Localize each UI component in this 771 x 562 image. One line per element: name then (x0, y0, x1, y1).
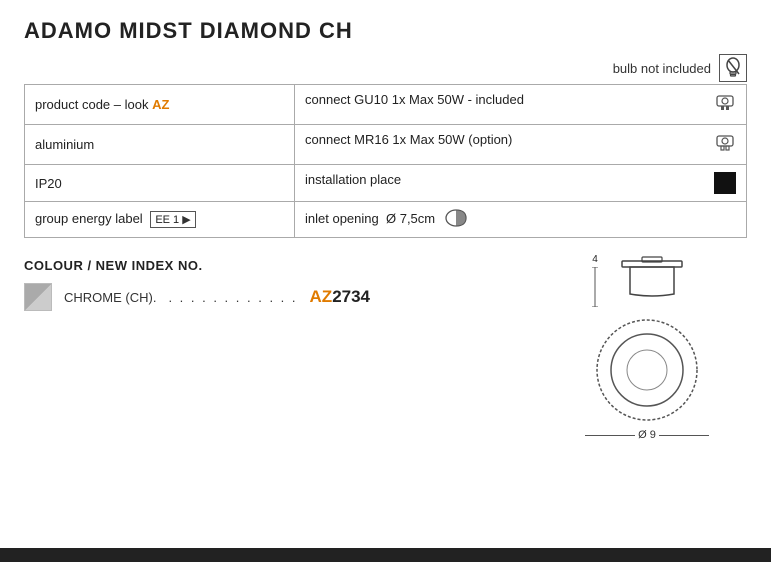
half-circle-icon (445, 209, 475, 227)
bottom-dim-line: Ø 9 (585, 429, 709, 441)
cell-ip20-left: IP20 (25, 165, 295, 202)
colour-diagram-row: COLOUR / NEW INDEX NO. CHROME (CH). . . … (24, 254, 747, 441)
side-dim-label: 4 (592, 254, 598, 307)
no-bulb-icon (723, 57, 743, 79)
bottom-bar (0, 548, 771, 562)
install-place-text: installation place (305, 172, 401, 187)
inlet-shape-icon (445, 209, 475, 230)
cell-aluminium-right: connect MR16 1x Max 50W (option) (295, 125, 747, 165)
bulb-icon-box (719, 54, 747, 82)
mr16-socket-icon (714, 132, 736, 154)
table-row-ip20: IP20 installation place (25, 165, 747, 202)
energy-label-badge: EE 1 ▶ (150, 211, 195, 228)
table-row-aluminium: aluminium connect MR16 1x Max 50W (optio… (25, 125, 747, 165)
gu10-icon (714, 92, 736, 117)
colour-section: COLOUR / NEW INDEX NO. CHROME (CH). . . … (24, 258, 547, 317)
cell-energy-left: group energy label EE 1 ▶ (25, 202, 295, 238)
page-wrapper: ADAMO MIDST DIAMOND CH bulb not included… (0, 0, 771, 562)
colour-dots: . . . . . . . . . . . . (168, 290, 297, 305)
colour-header: COLOUR / NEW INDEX NO. (24, 258, 547, 273)
bulb-note-text: bulb not included (613, 61, 711, 76)
code-az-label: AZ (152, 97, 169, 112)
inlet-prefix: inlet opening (305, 211, 379, 226)
colour-code-prefix: AZ (310, 287, 333, 306)
cell-aluminium-left: aluminium (25, 125, 295, 165)
gu10-text: connect GU10 1x Max 50W - included (305, 92, 524, 107)
cell-code-left: product code – look AZ (25, 85, 295, 125)
side-dim-arrow (592, 267, 598, 307)
specs-table: product code – look AZ connect GU10 1x M… (24, 84, 747, 238)
energy-arrow-icon: ▶ (182, 213, 190, 226)
mr16-icon (714, 132, 736, 157)
ip20-label: IP20 (35, 176, 62, 191)
product-title: ADAMO MIDST DIAMOND CH (24, 18, 747, 44)
cell-code-right: connect GU10 1x Max 50W - included (295, 85, 747, 125)
diagram-area: 4 (547, 254, 747, 441)
dim-line-left (585, 435, 635, 436)
side-view-container: 4 (592, 254, 702, 307)
energy-value: EE 1 (155, 214, 179, 226)
cell-energy-right: inlet opening Ø 7,5cm Ø 7,5cm (295, 202, 747, 238)
colour-name: CHROME (CH). (64, 290, 156, 305)
mr16-text: connect MR16 1x Max 50W (option) (305, 132, 512, 147)
code-prefix-label: product code – look (35, 97, 152, 112)
bulb-row: bulb not included (24, 54, 747, 82)
aluminium-label: aluminium (35, 137, 94, 152)
bottom-dim-value: Ø 9 (638, 429, 656, 441)
gu10-socket-icon (714, 92, 736, 114)
energy-prefix: group energy label (35, 211, 143, 226)
table-row-code: product code – look AZ connect GU10 1x M… (25, 85, 747, 125)
cell-ip20-right: installation place (295, 165, 747, 202)
dim-line-right (659, 435, 709, 436)
colour-swatch (24, 283, 52, 311)
side-view-svg (602, 256, 702, 306)
colour-code-number: 2734 (332, 287, 370, 306)
colour-code: AZ2734 (310, 287, 371, 307)
inlet-diam-value: Ø 7,5cm (386, 211, 435, 226)
front-view-svg (592, 315, 702, 425)
side-dim-value: 4 (592, 254, 598, 265)
install-place-icon (714, 172, 736, 194)
colour-row: CHROME (CH). . . . . . . . . . . . . AZ2… (24, 283, 547, 311)
table-row-energy: group energy label EE 1 ▶ inlet opening … (25, 202, 747, 238)
